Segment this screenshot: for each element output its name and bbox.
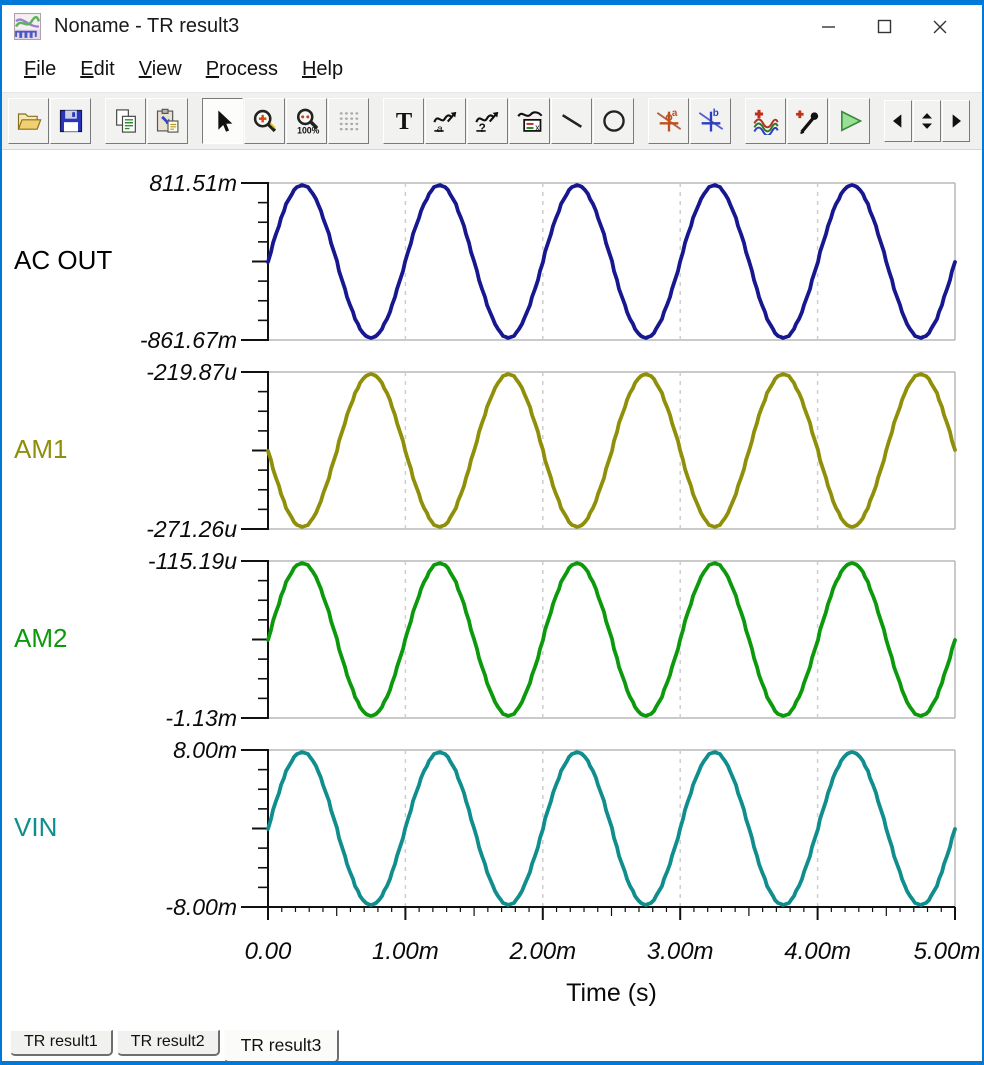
page-right-button[interactable] bbox=[942, 100, 970, 142]
svg-text:b: b bbox=[712, 108, 718, 119]
line-icon bbox=[558, 107, 586, 135]
zoom-in-icon bbox=[251, 107, 279, 135]
plot-canvas-vin[interactable] bbox=[225, 748, 960, 926]
y-axis-min-label-am2: -1.13m bbox=[30, 705, 237, 732]
menu-item-view[interactable]: View bbox=[127, 54, 194, 85]
cursor-a-button[interactable]: a bbox=[648, 98, 689, 144]
plot-canvas-am2[interactable] bbox=[225, 559, 960, 737]
open-button[interactable] bbox=[8, 98, 49, 144]
add-curves-button[interactable] bbox=[745, 98, 786, 144]
svg-text:T: T bbox=[395, 108, 411, 135]
curve-annotate-button[interactable]: a bbox=[425, 98, 466, 144]
zoom-in-button[interactable] bbox=[244, 98, 285, 144]
tab-tr-result2[interactable]: TR result2 bbox=[117, 1030, 220, 1056]
x-axis-title: Time (s) bbox=[268, 979, 955, 1008]
signal-label-am1: AM1 bbox=[14, 434, 214, 465]
page-left-button[interactable] bbox=[884, 100, 912, 142]
arrow-right-icon bbox=[946, 106, 966, 136]
x-tick-label: 1.00m bbox=[360, 938, 450, 966]
add-curves-icon bbox=[752, 107, 780, 135]
run-icon bbox=[836, 107, 864, 135]
paste-icon bbox=[154, 107, 182, 135]
x-tick-label: 2.00m bbox=[498, 938, 588, 966]
plot-canvas-ac-out[interactable] bbox=[225, 181, 960, 359]
signal-label-ac-out: AC OUT bbox=[14, 245, 214, 276]
menu-item-edit[interactable]: Edit bbox=[68, 54, 126, 85]
x-tick-label: 5.00m bbox=[902, 938, 984, 966]
y-axis-min-label-ac-out: -861.67m bbox=[30, 327, 237, 354]
svg-text:a: a bbox=[436, 123, 442, 135]
paste-button[interactable] bbox=[147, 98, 188, 144]
curve-arrow-a-icon: a bbox=[432, 107, 460, 135]
menu-item-help[interactable]: Help bbox=[290, 54, 355, 85]
toolbar: 100% T a bbox=[2, 92, 982, 150]
zoom-100-button[interactable]: 100% bbox=[286, 98, 327, 144]
svg-text:a: a bbox=[671, 108, 677, 119]
app-icon bbox=[14, 13, 41, 40]
run-button[interactable] bbox=[829, 98, 870, 144]
y-axis-max-label-am1: -219.87u bbox=[30, 359, 237, 386]
window-title: Noname - TR result3 bbox=[54, 15, 239, 38]
maximize-icon bbox=[877, 19, 892, 34]
close-button[interactable] bbox=[912, 5, 968, 48]
close-icon bbox=[932, 19, 948, 35]
select-pointer-button[interactable] bbox=[202, 98, 243, 144]
save-floppy-icon bbox=[57, 107, 85, 135]
result-tab-bar: TR result1 TR result2 TR result3 bbox=[2, 1022, 982, 1061]
y-axis-max-label-vin: 8.00m bbox=[30, 737, 237, 764]
signal-label-vin: VIN bbox=[14, 812, 214, 843]
page-scroll-button[interactable] bbox=[913, 100, 941, 142]
signal-label-am2: AM2 bbox=[14, 623, 214, 654]
grid-button[interactable] bbox=[328, 98, 369, 144]
y-axis-min-label-am1: -271.26u bbox=[30, 516, 237, 543]
cursor-b-icon: b bbox=[697, 107, 725, 135]
plot-canvas-am1[interactable] bbox=[225, 370, 960, 548]
menu-item-file[interactable]: File bbox=[12, 54, 68, 85]
curve-arrow-question-icon: ? bbox=[474, 107, 502, 135]
curve-legend-icon: x bbox=[516, 107, 544, 135]
text-icon: T bbox=[390, 107, 418, 135]
draw-ellipse-button[interactable] bbox=[593, 98, 634, 144]
tab-tr-result1[interactable]: TR result1 bbox=[10, 1030, 113, 1056]
cursor-b-button[interactable]: b bbox=[690, 98, 731, 144]
x-tick-label: 4.00m bbox=[773, 938, 863, 966]
y-axis-min-label-vin: -8.00m bbox=[30, 894, 237, 921]
copy-icon bbox=[112, 107, 140, 135]
copy-button[interactable] bbox=[105, 98, 146, 144]
y-axis-max-label-ac-out: 811.51m bbox=[30, 170, 237, 197]
curve-query-button[interactable]: ? bbox=[467, 98, 508, 144]
maximize-button[interactable] bbox=[856, 5, 912, 48]
zoom-100-icon: 100% bbox=[293, 107, 321, 135]
x-tick-label: 3.00m bbox=[635, 938, 725, 966]
svg-text:100%: 100% bbox=[297, 125, 320, 135]
grid-dots-icon bbox=[335, 107, 363, 135]
window-border-left bbox=[0, 0, 2, 1065]
y-axis-max-label-am2: -115.19u bbox=[30, 548, 237, 575]
pointer-icon bbox=[209, 107, 237, 135]
app-window: Noname - TR result3 File Edit View Proce… bbox=[0, 0, 984, 1065]
draw-line-button[interactable] bbox=[551, 98, 592, 144]
minimize-icon bbox=[821, 19, 836, 34]
insert-text-button[interactable]: T bbox=[383, 98, 424, 144]
probe-icon bbox=[794, 107, 822, 135]
tab-tr-result3[interactable]: TR result3 bbox=[224, 1030, 340, 1063]
cursor-a-icon: a bbox=[655, 107, 683, 135]
curve-legend-button[interactable]: x bbox=[509, 98, 550, 144]
add-probe-button[interactable] bbox=[787, 98, 828, 144]
x-tick-label: 0.00 bbox=[223, 938, 313, 966]
menu-item-process[interactable]: Process bbox=[194, 54, 290, 85]
title-bar[interactable]: Noname - TR result3 bbox=[2, 5, 982, 48]
arrow-up-down-icon bbox=[917, 106, 937, 136]
minimize-button[interactable] bbox=[800, 5, 856, 48]
window-border-bottom bbox=[0, 1061, 984, 1065]
save-button[interactable] bbox=[50, 98, 91, 144]
svg-text:x: x bbox=[535, 122, 540, 132]
svg-text:?: ? bbox=[478, 122, 485, 135]
window-border-top bbox=[0, 0, 984, 5]
open-folder-icon bbox=[15, 107, 43, 135]
ellipse-icon bbox=[600, 107, 628, 135]
arrow-left-icon bbox=[888, 106, 908, 136]
menu-bar: File Edit View Process Help bbox=[2, 48, 982, 91]
